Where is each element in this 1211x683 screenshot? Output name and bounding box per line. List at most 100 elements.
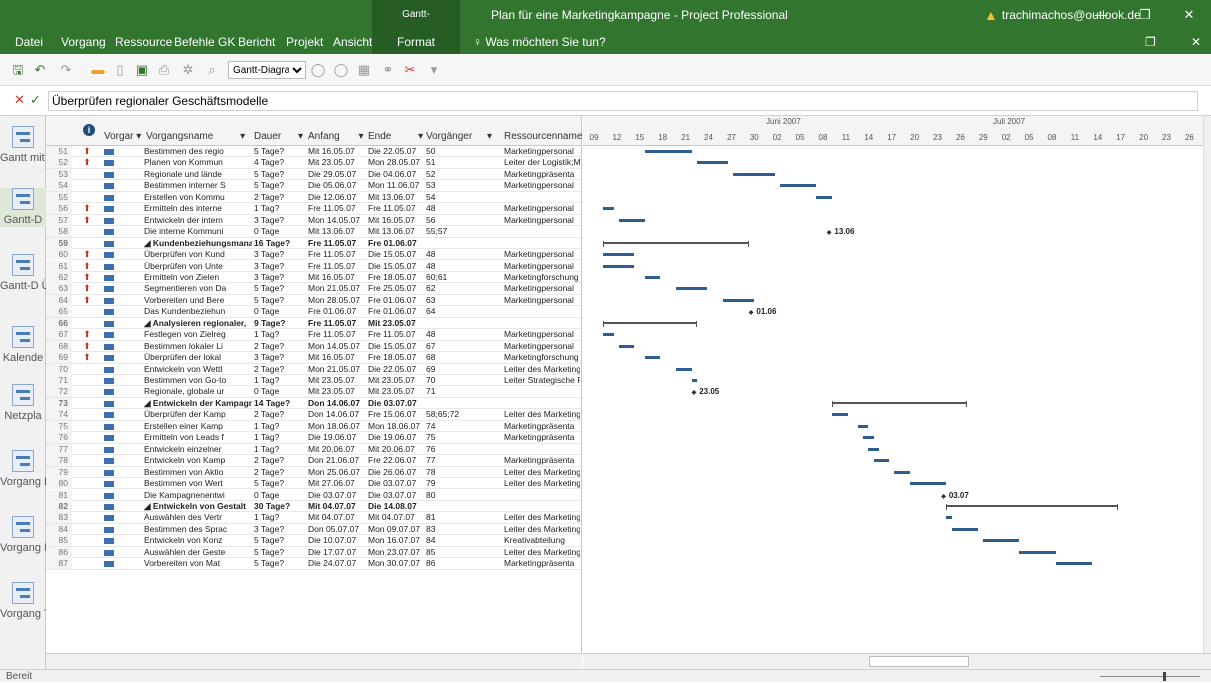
task-bar[interactable] xyxy=(733,172,775,176)
tab-report[interactable]: Bericht xyxy=(238,30,275,54)
column-header-duration[interactable]: Dauer ▾ xyxy=(254,131,303,142)
view-task-usage[interactable]: Vorgang Einsatz xyxy=(0,450,46,489)
column-header-resources[interactable]: Ressourcenname ▾ xyxy=(504,131,590,142)
table-row[interactable]: 72 Regionale, globale ur 0 Tage Mit 23.05.0… xyxy=(46,386,581,398)
column-header-mode[interactable]: Vorgar ▾ xyxy=(104,131,141,142)
table-row[interactable]: 85 Entwickeln von Konz 5 Tage? Die 10.07.07… xyxy=(46,535,581,547)
task-bar[interactable] xyxy=(603,333,614,337)
task-bar[interactable] xyxy=(676,367,692,371)
minimize-button[interactable]: — xyxy=(1079,0,1123,30)
chart-horizontal-scrollbar[interactable] xyxy=(583,653,1211,669)
task-bar[interactable] xyxy=(618,344,635,348)
entry-field[interactable] xyxy=(48,91,1198,111)
task-bar[interactable] xyxy=(910,482,947,486)
open-folder-icon[interactable]: ▬ xyxy=(90,62,106,78)
milestone-marker[interactable]: 13.06 xyxy=(827,227,854,236)
table-horizontal-scrollbar[interactable] xyxy=(46,653,582,669)
ribbon-restore-button[interactable]: ❐ xyxy=(1145,30,1156,54)
table-row[interactable]: 60 ⬆ Überprüfen von Kund 3 Tage? Fre 11.05.0… xyxy=(46,249,581,261)
tab-task[interactable]: Vorgang xyxy=(61,30,106,54)
close-button[interactable]: ✕ xyxy=(1167,0,1211,30)
grid-icon[interactable]: ▦ xyxy=(356,62,372,78)
task-bar[interactable] xyxy=(603,253,635,257)
table-row[interactable]: 64 ⬆ Vorbereiten und Bere 5 Tage? Mon 28.05.… xyxy=(46,294,581,307)
table-row[interactable]: 59 ◢ Kundenbeziehungsmana 16 Tage? Fre 11.0… xyxy=(46,237,581,250)
table-row[interactable]: 68 ⬆ Bestimmen lokaler Li 2 Tage? Mon 14.05.… xyxy=(46,340,581,353)
task-bar[interactable] xyxy=(868,447,879,451)
view-network-diagram[interactable]: Netzpla xyxy=(0,384,46,423)
view-gantt-tracking[interactable]: Gantt-D Überwa xyxy=(0,254,46,293)
print-preview-icon[interactable]: ⌕ xyxy=(204,62,220,78)
milestone-marker[interactable]: 23.05 xyxy=(692,387,719,396)
milestone-marker[interactable]: 03.07 xyxy=(941,491,969,500)
restore-button[interactable]: ❐ xyxy=(1123,0,1167,30)
save-icon[interactable]: 🖫 xyxy=(10,62,26,78)
summary-bar[interactable] xyxy=(603,320,697,327)
view-gantt-diagram[interactable]: Gantt-D xyxy=(0,188,46,227)
view-task-sheet[interactable]: Vorgang Tabelle xyxy=(0,582,46,621)
table-row[interactable]: 65 Das Kundenbeziehun 0 Tage Fre 01.06.07 Fr… xyxy=(46,306,581,318)
task-bar[interactable] xyxy=(832,413,848,417)
confirm-entry-icon[interactable]: ✓ xyxy=(30,92,41,108)
task-bar[interactable] xyxy=(946,516,952,520)
column-header-finish[interactable]: Ende ▾ xyxy=(368,131,423,142)
view-task-form[interactable]: Vorgang Maske xyxy=(0,516,46,555)
tab-commands[interactable]: Befehle GK xyxy=(174,30,235,54)
table-row[interactable]: 51 ⬆ Bestimmen des regio 5 Tage? Mit 16.05.0… xyxy=(46,146,581,158)
table-row[interactable]: 53 Regionale und lände 5 Tage? Die 29.05.07… xyxy=(46,168,581,181)
table-row[interactable]: 52 ⬆ Planen von Kommun 4 Tage? Mit 23.05.07 M… xyxy=(46,157,581,169)
task-bar[interactable] xyxy=(982,539,1020,543)
task-bar[interactable] xyxy=(1055,562,1092,566)
table-row[interactable]: 61 ⬆ Überprüfen von Unte 3 Tage? Fre 11.05.0… xyxy=(46,260,581,272)
view-gantt-with-timeline[interactable]: Gantt mit ... xyxy=(0,126,46,165)
tab-view[interactable]: Ansicht xyxy=(333,30,372,54)
zoom-slider[interactable] xyxy=(1100,676,1200,677)
task-bar[interactable] xyxy=(644,150,692,153)
undo-icon[interactable]: ↶ xyxy=(32,62,48,78)
table-row[interactable]: 81 Die Kampagnenentwi 0 Tage Die 03.07.07 Di… xyxy=(46,489,581,501)
task-bar[interactable] xyxy=(603,207,614,211)
table-row[interactable]: 69 ⬆ Überprüfen der lokal 3 Tage? Mit 16.05.… xyxy=(46,352,581,364)
table-row[interactable]: 80 Bestimmen von Wert 5 Tage? Mit 27.06.07 D… xyxy=(46,478,581,490)
indicators-column-header[interactable]: i xyxy=(83,124,95,136)
table-row[interactable]: 86 Auswählen der Geste 5 Tage? Die 17.07.07… xyxy=(46,546,581,559)
task-bar[interactable] xyxy=(780,184,817,188)
vertical-scrollbar[interactable] xyxy=(1203,116,1211,653)
milestone-marker[interactable]: 01.06 xyxy=(749,307,776,316)
table-row[interactable]: 78 Entwickeln von Kamp 2 Tage? Don 21.06.07… xyxy=(46,455,581,467)
cancel-entry-icon[interactable]: ✕ xyxy=(14,92,25,108)
summary-bar[interactable] xyxy=(946,503,1118,510)
table-row[interactable]: 58 Die interne Kommuni 0 Tage Mit 13.06.07 M… xyxy=(46,226,581,238)
task-bar[interactable] xyxy=(696,161,728,165)
table-row[interactable]: 56 ⬆ Ermitteln des interne 1 Tag? Fre 11.05.… xyxy=(46,203,581,215)
table-row[interactable]: 55 Erstellen von Kommu 2 Tage? Die 12.06.07… xyxy=(46,191,581,204)
summary-bar[interactable] xyxy=(603,240,749,247)
task-bar[interactable] xyxy=(603,264,635,268)
task-bar[interactable] xyxy=(722,298,754,302)
task-bar[interactable] xyxy=(863,436,874,440)
print-icon[interactable]: ⎙ xyxy=(156,62,172,78)
task-bar[interactable] xyxy=(873,459,890,463)
table-row[interactable]: 79 Bestimmen von Aktio 2 Tage? Mon 25.06.07… xyxy=(46,466,581,479)
tell-me-box[interactable]: ♀ Was möchten Sie tun? xyxy=(473,30,606,54)
tab-resource[interactable]: Ressource xyxy=(115,30,172,54)
column-header-start[interactable]: Anfang ▾ xyxy=(308,131,364,142)
table-row[interactable]: 82 ◢ Entwickeln von Gestalt 30 Tage? Mit 04… xyxy=(46,500,581,513)
table-row[interactable]: 71 Bestimmen von Go-to 1 Tag? Mit 23.05.07 M… xyxy=(46,375,581,387)
customize-qat-icon[interactable]: ▾ xyxy=(426,62,442,78)
column-header-name[interactable]: Vorgangsname ▾ xyxy=(146,131,245,142)
view-selector[interactable]: Gantt-Diagram▾ xyxy=(228,61,306,79)
circle-icon-2[interactable]: ◯ xyxy=(333,62,349,78)
task-bar[interactable] xyxy=(894,470,910,474)
table-row[interactable]: 73 ◢ Entwickeln der Kampagn 14 Tage? Don 14… xyxy=(46,397,581,410)
tab-format[interactable]: Format xyxy=(372,30,460,54)
task-bar[interactable] xyxy=(951,527,978,531)
task-bar[interactable] xyxy=(676,287,708,291)
link-icon[interactable]: ⚭ xyxy=(380,62,396,78)
table-row[interactable]: 66 ◢ Analysieren regionaler, 9 Tage? Fre 11… xyxy=(46,317,581,330)
tab-file[interactable]: Datei xyxy=(15,30,43,54)
task-bar[interactable] xyxy=(644,356,661,360)
task-bar[interactable] xyxy=(1019,550,1056,554)
task-bar[interactable] xyxy=(644,275,661,279)
spell-check-icon[interactable]: ✲ xyxy=(180,62,196,78)
